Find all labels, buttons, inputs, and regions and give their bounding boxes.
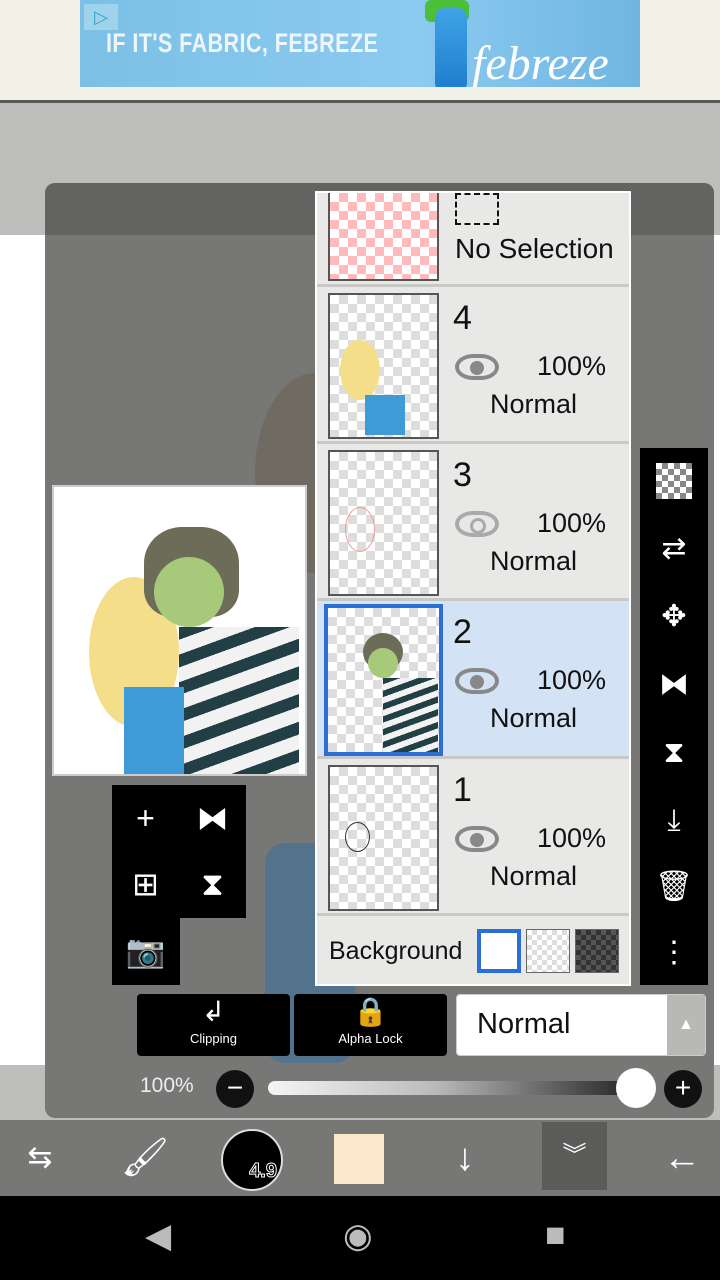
eye-icon[interactable]	[455, 354, 499, 380]
layer-number: 3	[453, 456, 472, 494]
layers-button[interactable]: ︾	[542, 1122, 607, 1190]
back-arrow-icon[interactable]: ←	[650, 1120, 714, 1196]
system-nav-bar: ◀ ◉ ■	[0, 1196, 720, 1280]
layer-opacity: 100%	[537, 351, 607, 381]
layer-row-3[interactable]: 3 100% Normal	[317, 444, 629, 601]
layer-row-1[interactable]: 1 100% Normal	[317, 759, 629, 916]
left-toolbar: + ⧓ ⊞ ⧗	[112, 785, 246, 918]
layer-thumbnail	[324, 604, 443, 756]
eye-icon[interactable]	[455, 668, 499, 694]
opacity-slider-handle[interactable]	[616, 1068, 656, 1108]
home-icon[interactable]: ◉	[343, 1216, 373, 1256]
color-swatch[interactable]	[334, 1134, 384, 1184]
flip-vertical-icon[interactable]: ⧗	[179, 851, 246, 917]
layer-thumbnail	[328, 765, 439, 911]
layer-number: 1	[453, 771, 472, 809]
background-white-option[interactable]	[477, 929, 521, 973]
alpha-lock-icon: 🔒	[353, 996, 388, 1027]
selection-icon	[455, 193, 499, 225]
opacity-increase-button[interactable]: +	[664, 1070, 702, 1108]
clipping-button[interactable]: ↲ Clipping	[137, 994, 290, 1056]
opacity-label: 100%	[140, 1074, 194, 1097]
blend-mode-dropdown[interactable]: Normal ▲	[456, 994, 706, 1056]
selection-thumbnail	[328, 193, 439, 281]
background-label: Background	[329, 937, 463, 965]
layer-row-4[interactable]: 4 100% Normal	[317, 287, 629, 444]
checker-icon[interactable]	[640, 456, 708, 506]
flip-vertical-icon[interactable]: ⧗	[640, 728, 708, 778]
swap-tool-icon[interactable]: ⇆	[10, 1120, 70, 1196]
layer-row-2[interactable]: 2 100% Normal	[317, 601, 629, 759]
arrow-down-icon[interactable]: ↓	[435, 1120, 495, 1196]
move-layer-icon[interactable]: ⇄	[640, 524, 708, 574]
layer-blend-mode: Normal	[490, 546, 578, 576]
layer-blend-mode: Normal	[490, 861, 578, 891]
ad-banner[interactable]: ▷ IF IT'S FABRIC, FEBREZE febreze	[80, 0, 640, 87]
triangle-up-icon[interactable]: ▲	[667, 995, 705, 1055]
layer-thumbnail	[328, 293, 439, 439]
add-copy-icon[interactable]: ⊞	[112, 851, 179, 917]
background-row: Background	[317, 916, 629, 984]
layers-list[interactable]: No Selection 4 100% Normal 3 100% Normal…	[315, 191, 631, 986]
layer-blend-mode: Normal	[490, 703, 578, 733]
layer-blend-mode: Normal	[490, 389, 578, 419]
more-icon[interactable]: ⋮	[640, 928, 708, 978]
merge-down-icon[interactable]: ⤓	[640, 796, 708, 846]
layer-opacity: 100%	[537, 508, 607, 538]
trash-icon[interactable]: 🗑	[640, 862, 708, 912]
clipping-icon: ↲	[201, 996, 226, 1027]
ad-slogan: IF IT'S FABRIC, FEBREZE	[106, 28, 379, 58]
background-dark-option[interactable]	[575, 929, 619, 973]
double-chevron-down-icon: ︾	[562, 1142, 587, 1169]
alpha-lock-button[interactable]: 🔒 Alpha Lock	[294, 994, 447, 1056]
add-layer-icon[interactable]: +	[112, 785, 179, 851]
selection-label: No Selection	[455, 233, 614, 264]
layer-thumbnail	[328, 450, 439, 596]
canvas-preview	[52, 485, 307, 776]
brush-size-button[interactable]: 4.9	[221, 1129, 283, 1191]
left-toolbar-camera: 📷	[112, 918, 180, 985]
bottle-graphic	[435, 8, 467, 87]
recents-icon[interactable]: ■	[545, 1216, 566, 1255]
opacity-slider[interactable]	[268, 1081, 636, 1095]
selection-layer-row[interactable]: No Selection	[317, 193, 629, 287]
layer-number: 2	[453, 613, 472, 651]
background-transparent-option[interactable]	[526, 929, 570, 973]
ad-brand: febreze	[472, 37, 609, 87]
brush-icon[interactable]: 🖌	[115, 1120, 175, 1196]
right-toolbar: ⇄ ✥ ⧓ ⧗ ⤓ 🗑 ⋮	[640, 448, 708, 985]
eye-icon[interactable]	[455, 511, 499, 537]
opacity-decrease-button[interactable]: −	[216, 1070, 254, 1108]
eye-icon[interactable]	[455, 826, 499, 852]
move-icon[interactable]: ✥	[640, 592, 708, 642]
camera-icon[interactable]: 📷	[112, 918, 179, 984]
layer-opacity: 100%	[537, 665, 607, 695]
flip-horizontal-icon[interactable]: ⧓	[640, 660, 708, 710]
ad-choices-play-icon[interactable]: ▷	[84, 4, 118, 30]
back-icon[interactable]: ◀	[145, 1216, 171, 1256]
flip-icon[interactable]: ⧓	[179, 785, 246, 851]
layer-number: 4	[453, 299, 472, 337]
layer-opacity: 100%	[537, 823, 607, 853]
